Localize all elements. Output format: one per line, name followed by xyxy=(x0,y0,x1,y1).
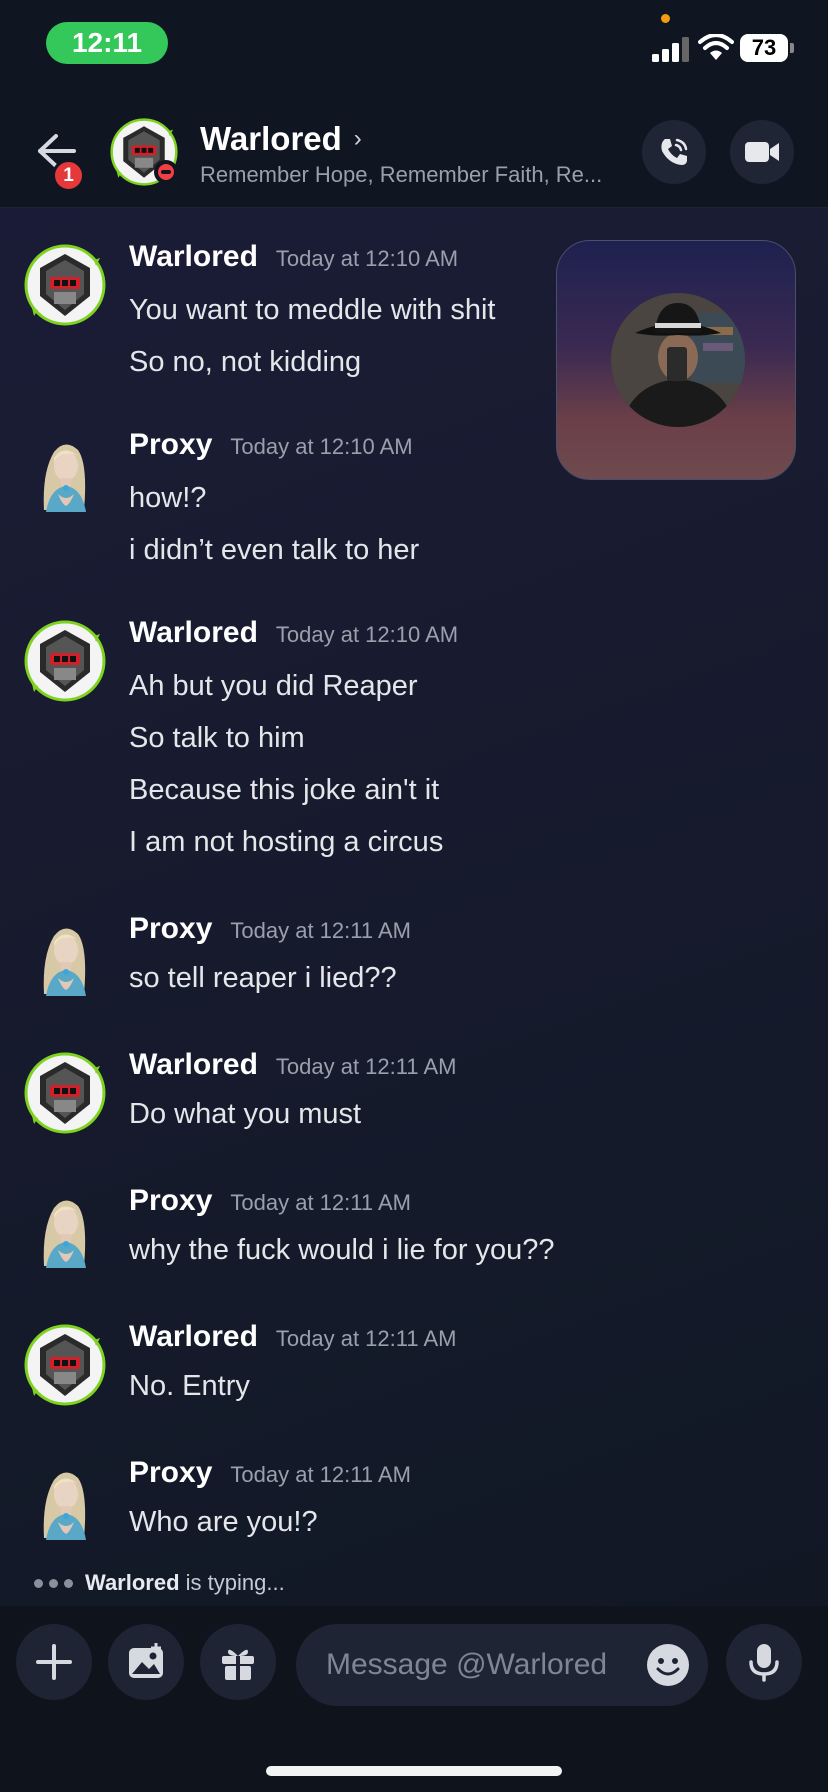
caller-avatar xyxy=(611,293,745,427)
typing-user: Warlored xyxy=(85,1570,180,1595)
dnd-status-icon xyxy=(154,160,178,184)
avatar[interactable] xyxy=(24,244,106,326)
timestamp: Today at 12:10 AM xyxy=(275,246,459,271)
avatar[interactable] xyxy=(24,1460,106,1542)
plus-icon xyxy=(36,1644,72,1680)
message-input-placeholder: Message @Warlored xyxy=(326,1648,608,1681)
video-camera-icon xyxy=(745,142,779,162)
gift-icon xyxy=(222,1649,254,1680)
unread-badge: 1 xyxy=(52,159,85,192)
author-name[interactable]: Proxy xyxy=(129,1456,212,1490)
author-name[interactable]: Warlored xyxy=(129,1048,258,1082)
message-header: Proxy Today at 12:11 AM xyxy=(129,912,411,946)
call-pip-tile[interactable] xyxy=(556,240,796,480)
emoji-icon[interactable] xyxy=(646,1643,690,1687)
top-bar: 12:11 73 1 Warlored › Remember Hope, Rem… xyxy=(0,0,828,208)
voice-call-button[interactable] xyxy=(642,120,706,184)
message-text[interactable]: So talk to him xyxy=(129,722,305,755)
message-text[interactable]: I am not hosting a circus xyxy=(129,826,443,859)
message-text[interactable]: Ah but you did Reaper xyxy=(129,670,418,703)
avatar[interactable] xyxy=(24,916,106,998)
image-icon xyxy=(129,1643,163,1678)
battery-cap xyxy=(790,43,794,53)
dm-custom-status: Remember Hope, Remember Faith, Re... xyxy=(200,162,603,187)
author-name[interactable]: Proxy xyxy=(129,428,212,462)
message-header: Warlored Today at 12:10 AM xyxy=(129,240,458,274)
timestamp: Today at 12:10 AM xyxy=(275,622,459,647)
cellular-signal-icon xyxy=(652,37,689,62)
message-header: Proxy Today at 12:11 AM xyxy=(129,1456,411,1490)
message-header: Proxy Today at 12:10 AM xyxy=(129,428,413,462)
avatar[interactable] xyxy=(24,620,106,702)
avatar[interactable] xyxy=(24,1052,106,1134)
timestamp: Today at 12:11 AM xyxy=(230,1190,411,1215)
status-time: 12:11 xyxy=(46,22,168,64)
caller-photo xyxy=(611,293,745,427)
home-indicator[interactable] xyxy=(266,1766,562,1776)
author-name[interactable]: Warlored xyxy=(129,240,258,274)
author-name[interactable]: Proxy xyxy=(129,912,212,946)
message-text[interactable]: Do what you must xyxy=(129,1098,361,1131)
message-text[interactable]: so tell reaper i lied?? xyxy=(129,962,397,995)
battery-indicator: 73 xyxy=(740,34,788,62)
timestamp: Today at 12:11 AM xyxy=(275,1326,457,1351)
message-header: Warlored Today at 12:10 AM xyxy=(129,616,458,650)
avatar[interactable] xyxy=(24,1324,106,1406)
dm-title[interactable]: Warlored › xyxy=(200,120,362,158)
typing-indicator: Warlored is typing... xyxy=(34,1570,285,1596)
author-name[interactable]: Warlored xyxy=(129,616,258,650)
message-text[interactable]: Because this joke ain't it xyxy=(129,774,439,807)
timestamp: Today at 12:11 AM xyxy=(230,918,411,943)
message-text[interactable]: why the fuck would i lie for you?? xyxy=(129,1234,555,1267)
author-name[interactable]: Proxy xyxy=(129,1184,212,1218)
message-header: Warlored Today at 12:11 AM xyxy=(129,1048,457,1082)
wifi-icon xyxy=(698,34,734,60)
avatar[interactable] xyxy=(24,1188,106,1270)
microphone-icon xyxy=(749,1644,779,1682)
phone-call-icon xyxy=(661,138,688,165)
message-text[interactable]: You want to meddle with shit xyxy=(129,294,495,327)
typing-dots-icon xyxy=(34,1578,73,1588)
message-text[interactable]: No. Entry xyxy=(129,1370,250,1403)
image-picker-button[interactable] xyxy=(108,1624,184,1700)
message-input[interactable]: Message @Warlored xyxy=(296,1624,708,1706)
message-header: Proxy Today at 12:11 AM xyxy=(129,1184,411,1218)
voice-message-button[interactable] xyxy=(726,1624,802,1700)
message-header: Warlored Today at 12:11 AM xyxy=(129,1320,457,1354)
status-bar: 12:11 73 xyxy=(0,0,828,88)
author-name[interactable]: Warlored xyxy=(129,1320,258,1354)
avatar[interactable] xyxy=(24,432,106,514)
message-composer: Message @Warlored xyxy=(0,1606,828,1792)
add-attachment-button[interactable] xyxy=(16,1624,92,1700)
dm-title-text: Warlored xyxy=(200,120,342,157)
timestamp: Today at 12:10 AM xyxy=(230,434,413,459)
message-text[interactable]: i didn’t even talk to her xyxy=(129,534,419,567)
typing-suffix: is typing... xyxy=(179,1570,285,1595)
message-text[interactable]: Who are you!? xyxy=(129,1506,318,1539)
timestamp: Today at 12:11 AM xyxy=(230,1462,411,1487)
timestamp: Today at 12:11 AM xyxy=(275,1054,457,1079)
message-text[interactable]: So no, not kidding xyxy=(129,346,361,379)
chevron-right-icon: › xyxy=(353,125,362,152)
message-text[interactable]: how!? xyxy=(129,482,206,515)
gift-button[interactable] xyxy=(200,1624,276,1700)
privacy-indicator-dot xyxy=(661,14,670,23)
video-call-button[interactable] xyxy=(730,120,794,184)
